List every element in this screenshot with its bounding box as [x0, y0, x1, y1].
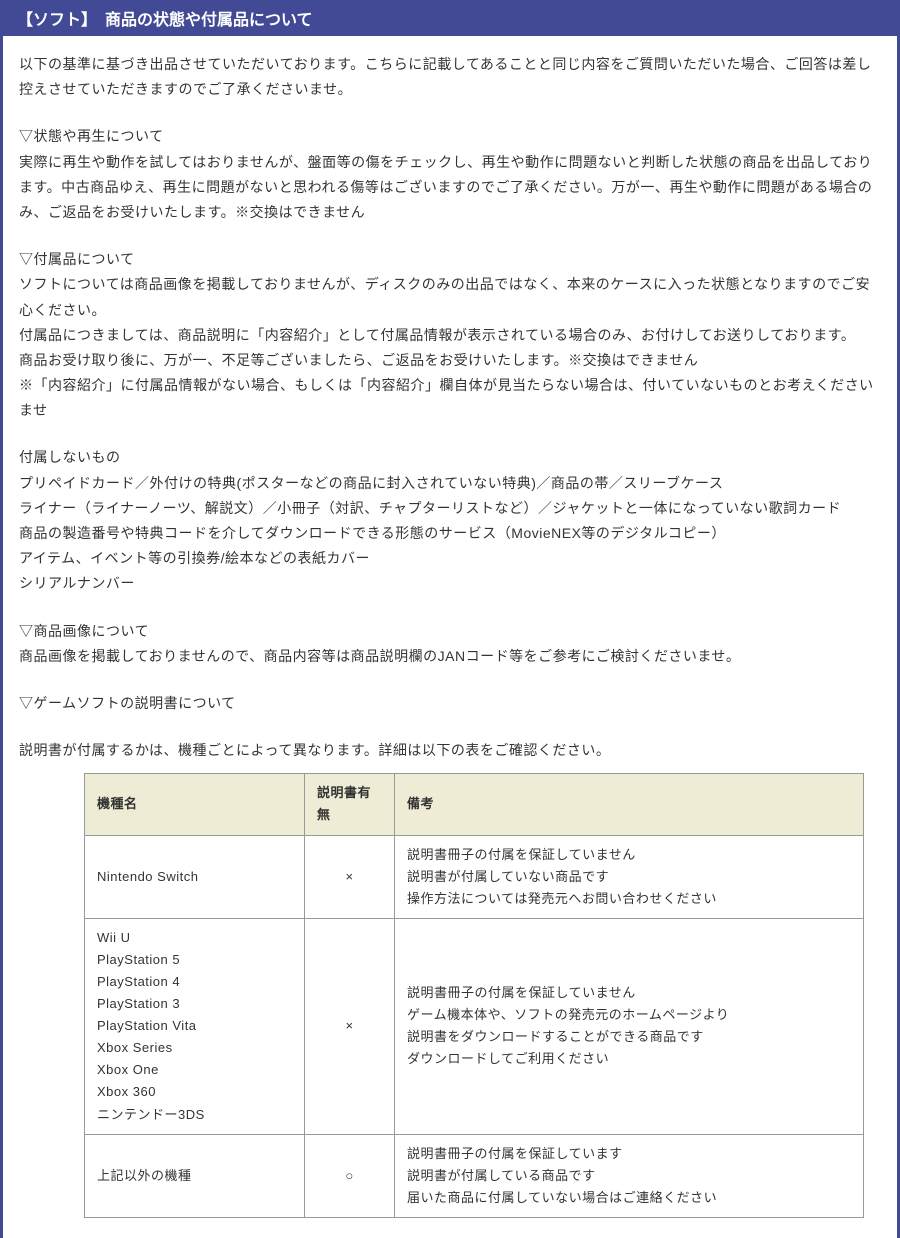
cell-has: × [305, 835, 395, 918]
cell-note: 説明書冊子の付属を保証しています説明書が付属している商品です届いた商品に付属して… [395, 1134, 864, 1217]
manual-table-body: Nintendo Switch×説明書冊子の付属を保証していません説明書が付属し… [85, 835, 864, 1217]
excluded-heading: 付属しないもの [19, 445, 881, 470]
cell-note: 説明書冊子の付属を保証していませんゲーム機本体や、ソフトの発売元のホームページよ… [395, 918, 864, 1134]
condition-text: 実際に再生や動作を試してはおりませんが、盤面等の傷をチェックし、再生や動作に問題… [19, 150, 881, 226]
accessory-text-3: 商品お受け取り後に、万が一、不足等ございましたら、ご返品をお受けいたします。※交… [19, 348, 881, 373]
cell-has: ○ [305, 1134, 395, 1217]
accessory-heading: ▽付属品について [19, 247, 881, 272]
excluded-text-4: アイテム、イベント等の引換券/絵本などの表紙カバー [19, 546, 881, 571]
table-header-has: 説明書有無 [305, 774, 395, 835]
table-header-model: 機種名 [85, 774, 305, 835]
section-title: 【ソフト】 商品の状態や付属品について [17, 12, 313, 29]
cell-note: 説明書冊子の付属を保証していません説明書が付属していない商品です操作方法について… [395, 835, 864, 918]
accessory-text-4: ※「内容紹介」に付属品情報がない場合、もしくは「内容紹介」欄自体が見当たらない場… [19, 373, 881, 423]
document-body: 以下の基準に基づき出品させていただいております。こちらに記載してあることと同じ内… [3, 36, 897, 1238]
excluded-text-1: プリペイドカード／外付けの特典(ポスターなどの商品に封入されていない特典)／商品… [19, 471, 881, 496]
intro-paragraph: 以下の基準に基づき出品させていただいております。こちらに記載してあることと同じ内… [19, 52, 881, 102]
image-text: 商品画像を掲載しておりませんので、商品内容等は商品説明欄のJANコード等をご参考… [19, 644, 881, 669]
excluded-text-2: ライナー（ライナーノーツ、解説文）／小冊子（対訳、チャプターリストなど）／ジャケ… [19, 496, 881, 521]
cell-model: Nintendo Switch [85, 835, 305, 918]
excluded-text-3: 商品の製造番号や特典コードを介してダウンロードできる形態のサービス（MovieN… [19, 521, 881, 546]
cell-model: Wii UPlayStation 5PlayStation 4PlayStati… [85, 918, 305, 1134]
section-header: 【ソフト】 商品の状態や付属品について [3, 0, 897, 36]
cell-model: 上記以外の機種 [85, 1134, 305, 1217]
table-row: Nintendo Switch×説明書冊子の付属を保証していません説明書が付属し… [85, 835, 864, 918]
manual-table: 機種名 説明書有無 備考 Nintendo Switch×説明書冊子の付属を保証… [84, 773, 864, 1218]
condition-heading: ▽状態や再生について [19, 124, 881, 149]
excluded-text-5: シリアルナンバー [19, 571, 881, 596]
manual-heading: ▽ゲームソフトの説明書について [19, 691, 881, 716]
accessory-text-1: ソフトについては商品画像を掲載しておりませんが、ディスクのみの出品ではなく、本来… [19, 272, 881, 322]
table-row: Wii UPlayStation 5PlayStation 4PlayStati… [85, 918, 864, 1134]
cell-has: × [305, 918, 395, 1134]
table-header-note: 備考 [395, 774, 864, 835]
document-container: 【ソフト】 商品の状態や付属品について 以下の基準に基づき出品させていただいてお… [0, 0, 900, 1238]
manual-text: 説明書が付属するかは、機種ごとによって異なります。詳細は以下の表をご確認ください… [19, 738, 881, 763]
table-row: 上記以外の機種○説明書冊子の付属を保証しています説明書が付属している商品です届い… [85, 1134, 864, 1217]
accessory-text-2: 付属品につきましては、商品説明に「内容紹介」として付属品情報が表示されている場合… [19, 323, 881, 348]
image-heading: ▽商品画像について [19, 619, 881, 644]
